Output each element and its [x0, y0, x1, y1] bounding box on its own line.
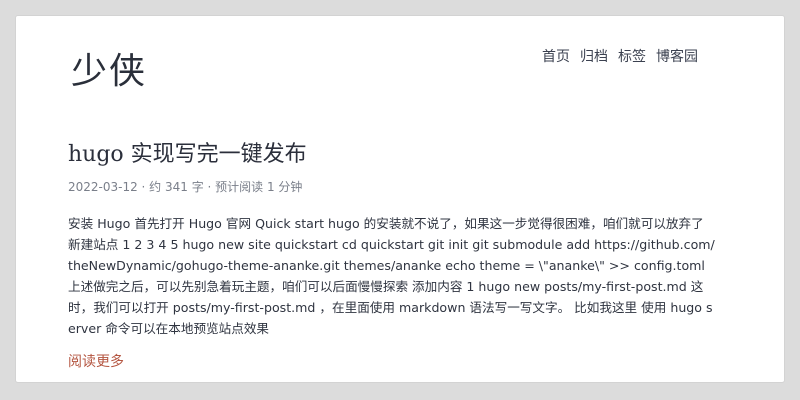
page-card: 少侠 首页 归档 标签 博客园 hugo 实现写完一键发布 2022-03-12… — [16, 16, 784, 382]
nav-item-tags[interactable]: 标签 — [618, 46, 646, 66]
nav-item-archive[interactable]: 归档 — [580, 46, 608, 66]
top-nav: 首页 归档 标签 博客园 — [542, 46, 698, 66]
site-title[interactable]: 少侠 — [71, 42, 147, 94]
post-excerpt: 安装 Hugo 首先打开 Hugo 官网 Quick start hugo 的安… — [68, 216, 715, 336]
post-meta: 2022-03-12 · 约 341 字 · 预计阅读 1 分钟 — [68, 180, 303, 194]
read-more-link[interactable]: 阅读更多 — [68, 351, 124, 371]
nav-item-home[interactable]: 首页 — [542, 46, 570, 66]
nav-item-blog-garden[interactable]: 博客园 — [656, 46, 698, 66]
post-summary: hugo 实现写完一键发布 2022-03-12 · 约 341 字 · 预计阅… — [68, 136, 718, 371]
post-title[interactable]: hugo 实现写完一键发布 — [68, 136, 718, 168]
